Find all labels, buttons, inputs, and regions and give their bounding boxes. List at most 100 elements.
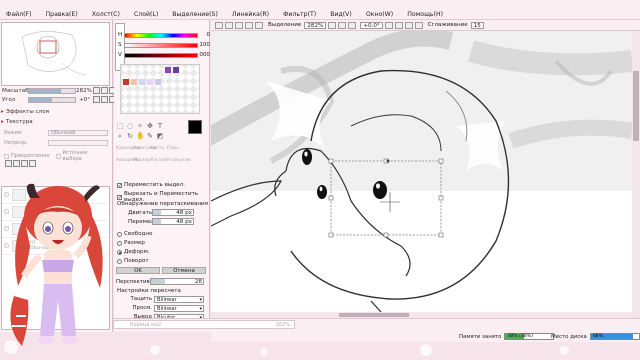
hue-slider[interactable] <box>124 32 198 38</box>
free-option[interactable]: Свободно <box>117 231 152 237</box>
menu-file[interactable]: Файл(F) <box>6 11 31 18</box>
radio-icon[interactable] <box>117 258 122 264</box>
smoothing-field[interactable]: 15 <box>470 21 484 29</box>
move-icon[interactable]: ✥ <box>146 122 154 130</box>
selection-zoom-field[interactable]: 282% <box>304 21 327 29</box>
brush-preset[interactable]: Ластик <box>150 158 167 163</box>
swatch[interactable] <box>139 79 145 85</box>
drag-input[interactable]: 48 px <box>152 209 194 216</box>
magic-wand-icon[interactable]: ✧ <box>136 122 144 130</box>
cancel-button[interactable]: Отмена <box>162 267 206 274</box>
checkbox-checked-icon[interactable]: ✓ <box>117 194 122 200</box>
effects-section-header[interactable]: ▸ Эффекты слоя <box>1 108 110 116</box>
checkbox-checked-icon[interactable]: ✓ <box>117 182 122 188</box>
swatch[interactable] <box>155 79 161 85</box>
rotate-cw-icon[interactable] <box>394 21 403 29</box>
zoom-in-button[interactable] <box>101 87 108 94</box>
horizontal-scroll-thumb[interactable] <box>339 313 409 317</box>
drawing-canvas[interactable] <box>211 31 632 312</box>
deform-option[interactable]: Деформ. <box>117 249 150 255</box>
swatch-palette[interactable] <box>120 64 200 114</box>
swatch[interactable] <box>131 79 137 85</box>
protect-checkbox[interactable] <box>4 153 9 159</box>
eyedropper-icon[interactable]: ✎ <box>146 132 154 140</box>
zoom-fit-icon[interactable] <box>348 21 357 29</box>
radio-icon[interactable] <box>117 231 122 237</box>
lasso-icon[interactable]: ◌ <box>126 122 134 130</box>
angle-field[interactable]: +0.0° <box>360 21 383 29</box>
file-tab[interactable]: Курица.sai2 282% <box>113 320 295 329</box>
copy-layer-button[interactable] <box>21 160 28 167</box>
saturation-slider[interactable] <box>124 42 198 48</box>
redo-icon[interactable] <box>225 21 233 29</box>
undo-icon[interactable] <box>215 21 223 29</box>
vertical-scrollbar[interactable] <box>632 31 640 312</box>
brush-preset[interactable]: Кисть <box>150 146 167 151</box>
select-rect-icon[interactable]: ⬚ <box>116 122 124 130</box>
ok-button[interactable]: OK <box>116 267 160 274</box>
rotate-icon[interactable]: ↻ <box>126 132 134 140</box>
deselect-icon[interactable] <box>235 21 243 29</box>
brush-preset[interactable]: Акварель <box>116 158 139 163</box>
navigator-panel[interactable] <box>1 22 110 86</box>
menu-edit[interactable]: Правка(E) <box>45 11 77 18</box>
rotate-slider[interactable] <box>28 96 76 103</box>
brush-preset[interactable]: Перо <box>167 146 184 151</box>
vertical-scroll-thumb[interactable] <box>633 71 639 141</box>
brush-preset[interactable]: Маркер <box>133 158 151 163</box>
show-selection-icon[interactable] <box>255 21 263 29</box>
menu-view[interactable]: Вид(V) <box>330 11 352 18</box>
menu-canvas[interactable]: Холст(C) <box>92 11 120 18</box>
perspective-input[interactable]: 28 <box>150 278 204 285</box>
move-selection-option[interactable]: ✓ Переместить выдел. <box>117 182 185 188</box>
menu-selection[interactable]: Выделение(S) <box>172 11 218 18</box>
menu-ruler[interactable]: Линейка(R) <box>232 11 269 18</box>
zoom-out-icon[interactable] <box>328 21 337 29</box>
swatch[interactable] <box>165 67 171 73</box>
menu-layer[interactable]: Слой(L) <box>134 11 158 18</box>
zoom-in-icon[interactable] <box>338 21 347 29</box>
rotate-ccw-icon[interactable] <box>384 21 393 29</box>
memory-label: Памяти занято <box>459 333 502 340</box>
rotate-reset-icon[interactable] <box>404 21 413 29</box>
menu-filter[interactable]: Фильтр(T) <box>283 11 316 18</box>
foreground-color-swatch[interactable] <box>188 120 202 134</box>
rotate-left-button[interactable] <box>93 96 100 103</box>
hue-value: 0 <box>206 32 210 38</box>
value-row: V 000 <box>118 52 210 58</box>
menu-help[interactable]: Помощь(H) <box>407 11 443 18</box>
swatch[interactable] <box>173 67 179 73</box>
drag-interp-select[interactable]: Bilinear <box>154 296 204 303</box>
scale-option[interactable]: Размер <box>117 240 145 246</box>
swatch[interactable] <box>147 79 153 85</box>
zoom-slider[interactable] <box>28 87 76 94</box>
bucket-icon[interactable]: ◩ <box>156 132 164 140</box>
new-folder-button[interactable] <box>13 160 20 167</box>
text-icon[interactable]: T <box>156 122 164 130</box>
rotate-right-button[interactable] <box>101 96 108 103</box>
drag-interp-label: Тащить <box>130 296 153 302</box>
hand-icon[interactable]: ✋ <box>136 132 145 140</box>
preview-interp-select[interactable]: Bilinear <box>154 305 204 312</box>
value-slider[interactable] <box>124 52 198 58</box>
invert-selection-icon[interactable] <box>245 21 253 29</box>
delete-layer-button[interactable] <box>29 160 36 167</box>
texture-section-header[interactable]: ▸ Текстура <box>1 118 110 126</box>
zoom-out-button[interactable] <box>93 87 100 94</box>
move-input[interactable]: 48 px <box>152 218 194 225</box>
menu-window[interactable]: Окно(W) <box>366 11 393 18</box>
brush-preset[interactable]: Аэрограф <box>133 146 156 151</box>
blend-mode-select[interactable]: Обычный <box>48 130 108 136</box>
rotate-option[interactable]: Поворот <box>117 258 149 264</box>
swatch[interactable] <box>123 79 129 85</box>
radio-selected-icon[interactable] <box>117 249 122 255</box>
source-checkbox[interactable] <box>55 153 61 159</box>
flip-icon[interactable] <box>414 21 423 29</box>
disk-bar: 88% <box>589 333 640 340</box>
brush-preset[interactable]: Размытие <box>167 158 191 163</box>
opacity-slider[interactable] <box>48 140 108 146</box>
new-layer-button[interactable] <box>5 160 12 167</box>
zoom-icon[interactable]: ⌕ <box>116 132 124 140</box>
brush-preset[interactable]: Карандаш <box>116 146 141 151</box>
radio-icon[interactable] <box>117 240 122 246</box>
